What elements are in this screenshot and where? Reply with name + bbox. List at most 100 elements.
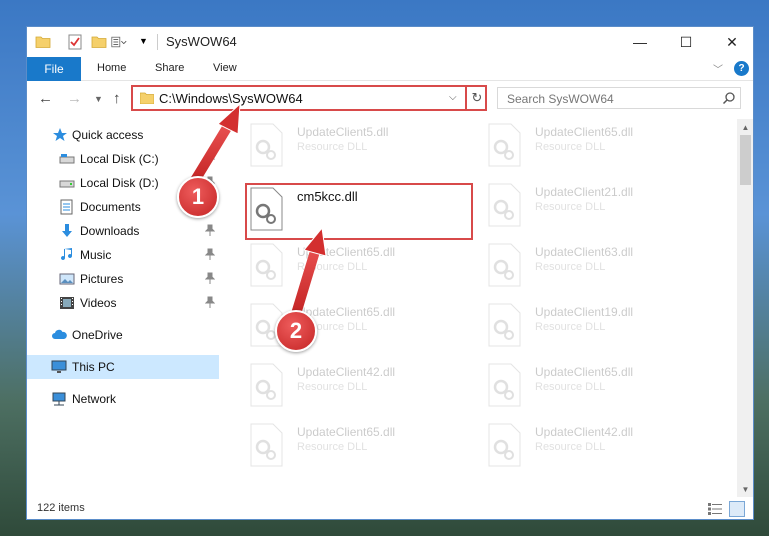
tab-file[interactable]: File (27, 57, 81, 81)
file-name: UpdateClient65.dll (297, 425, 396, 439)
item-count: 122 items (37, 502, 85, 514)
dll-file-icon (488, 243, 521, 287)
documents-icon (60, 199, 73, 215)
file-item[interactable]: UpdateClient21.dll Resource DLL (483, 179, 713, 235)
details-view-icon[interactable] (707, 502, 723, 516)
network-icon (52, 392, 66, 406)
file-item[interactable]: UpdateClient42.dll Resource DLL (245, 359, 475, 415)
scroll-down-arrow-icon[interactable]: ▼ (737, 481, 753, 497)
forward-arrow-icon[interactable]: → (67, 90, 82, 107)
search-box[interactable]: Search SysWOW64 (497, 87, 741, 109)
dll-file-icon (250, 363, 283, 407)
file-name: UpdateClient65.dll (535, 365, 634, 379)
file-type: Resource DLL (535, 201, 606, 213)
scroll-up-arrow-icon[interactable]: ▲ (737, 119, 753, 135)
sidebar-item-quick-access[interactable]: Quick access (27, 123, 219, 147)
recent-locations-chevron-icon[interactable]: ▼ (94, 94, 103, 104)
scrollbar-thumb[interactable] (740, 135, 751, 185)
sidebar-item-local-disk-c[interactable]: Local Disk (C:) (27, 147, 219, 171)
navigation-pane: Quick access Local Disk (C:) Local Disk … (27, 119, 219, 497)
dll-file-icon (250, 243, 283, 287)
step-2-badge: 2 (275, 310, 317, 352)
address-history-chevron-icon[interactable]: ⌵ (449, 92, 457, 103)
file-type: Resource DLL (535, 141, 606, 153)
file-item[interactable]: UpdateClient65.dll Resource DLL (483, 119, 713, 175)
vertical-scrollbar[interactable]: ▲ ▼ (737, 119, 753, 497)
sidebar-item-music[interactable]: Music (27, 243, 219, 267)
folder-icon[interactable] (35, 34, 51, 50)
file-name: UpdateClient21.dll (535, 185, 634, 199)
expand-ribbon-chevron-icon[interactable]: ﹀ (713, 61, 723, 76)
file-item[interactable]: UpdateClient65.dll Resource DLL (245, 239, 475, 295)
tab-share[interactable]: Share (155, 62, 184, 74)
dll-file-icon (488, 423, 521, 467)
file-item[interactable]: UpdateClient63.dll Resource DLL (483, 239, 713, 295)
back-arrow-icon[interactable]: ← (38, 90, 53, 107)
customize-toolbar-chevron-icon[interactable]: ▼ (139, 36, 155, 52)
sidebar-item-label: Downloads (80, 224, 140, 238)
pin-icon[interactable] (205, 248, 215, 260)
new-folder-icon[interactable] (91, 34, 107, 50)
cloud-icon (52, 329, 67, 339)
star-icon (53, 128, 67, 141)
up-arrow-icon[interactable]: ↑ (113, 90, 121, 107)
pin-icon[interactable] (205, 152, 215, 164)
file-type: Resource DLL (535, 261, 606, 273)
pictures-icon (59, 273, 75, 285)
step-1-badge: 1 (177, 176, 219, 218)
dll-file-icon (250, 123, 283, 167)
sidebar-item-downloads[interactable]: Downloads (27, 219, 219, 243)
dll-file-icon (488, 363, 521, 407)
file-item[interactable]: UpdateClient65.dll Resource DLL (483, 359, 713, 415)
file-name: UpdateClient63.dll (535, 245, 634, 259)
file-item[interactable]: UpdateClient65.dll Resource DLL (245, 419, 475, 475)
explorer-window: ▼ SysWOW64 — ☐ ✕ File Home Share View ﹀ … (26, 26, 754, 520)
computer-icon (51, 360, 67, 373)
dll-file-icon (488, 303, 521, 347)
title-bar: ▼ SysWOW64 — ☐ ✕ (27, 27, 753, 57)
tab-view[interactable]: View (213, 62, 237, 74)
search-input[interactable]: Search SysWOW64 (507, 92, 614, 106)
close-button[interactable]: ✕ (709, 27, 753, 57)
pin-icon[interactable] (205, 272, 215, 284)
file-type: Resource DLL (297, 261, 368, 273)
address-bar[interactable]: C:\Windows\SysWOW64 ⌵ ↻ (131, 85, 487, 111)
sidebar-item-videos[interactable]: Videos (27, 291, 219, 315)
pin-icon[interactable] (205, 224, 215, 236)
file-name: UpdateClient19.dll (535, 305, 634, 319)
pin-icon[interactable] (205, 296, 215, 308)
videos-icon (60, 297, 74, 309)
sidebar-item-network[interactable]: Network (27, 387, 219, 411)
file-type: Resource DLL (535, 321, 606, 333)
file-item[interactable]: UpdateClient5.dll Resource DLL (245, 119, 475, 175)
sidebar-item-this-pc[interactable]: This PC (27, 355, 219, 379)
file-name: UpdateClient65.dll (535, 125, 634, 139)
minimize-button[interactable]: — (617, 27, 663, 57)
address-path[interactable]: C:\Windows\SysWOW64 (159, 91, 303, 106)
dll-file-icon (250, 423, 283, 467)
file-type: Resource DLL (297, 141, 368, 153)
tab-home[interactable]: Home (97, 62, 126, 74)
file-name: UpdateClient42.dll (535, 425, 634, 439)
navigation-bar: ← → ▼ ↑ C:\Windows\SysWOW64 ⌵ ↻ Search S… (27, 82, 753, 116)
highlight-box (245, 183, 473, 240)
help-icon[interactable]: ? (734, 61, 749, 76)
search-icon[interactable] (722, 91, 736, 105)
tiles-view-icon[interactable] (729, 501, 745, 517)
sidebar-item-label: Quick access (72, 128, 144, 142)
file-item[interactable]: UpdateClient19.dll Resource DLL (483, 299, 713, 355)
list-view-icon[interactable] (111, 34, 127, 50)
sidebar-item-label: OneDrive (72, 328, 123, 342)
window-title: SysWOW64 (166, 34, 237, 49)
properties-check-icon[interactable] (67, 34, 83, 50)
maximize-button[interactable]: ☐ (663, 27, 709, 57)
music-icon (61, 248, 73, 261)
sidebar-item-label: Pictures (80, 272, 124, 286)
file-item[interactable]: UpdateClient42.dll Resource DLL (483, 419, 713, 475)
sidebar-item-pictures[interactable]: Pictures (27, 267, 219, 291)
status-bar: 122 items (27, 497, 753, 519)
file-name: UpdateClient5.dll (297, 125, 389, 139)
sidebar-item-onedrive[interactable]: OneDrive (27, 323, 219, 347)
refresh-icon[interactable]: ↻ (465, 87, 487, 109)
file-list: UpdateClient5.dll Resource DLL UpdateCli… (241, 119, 737, 497)
